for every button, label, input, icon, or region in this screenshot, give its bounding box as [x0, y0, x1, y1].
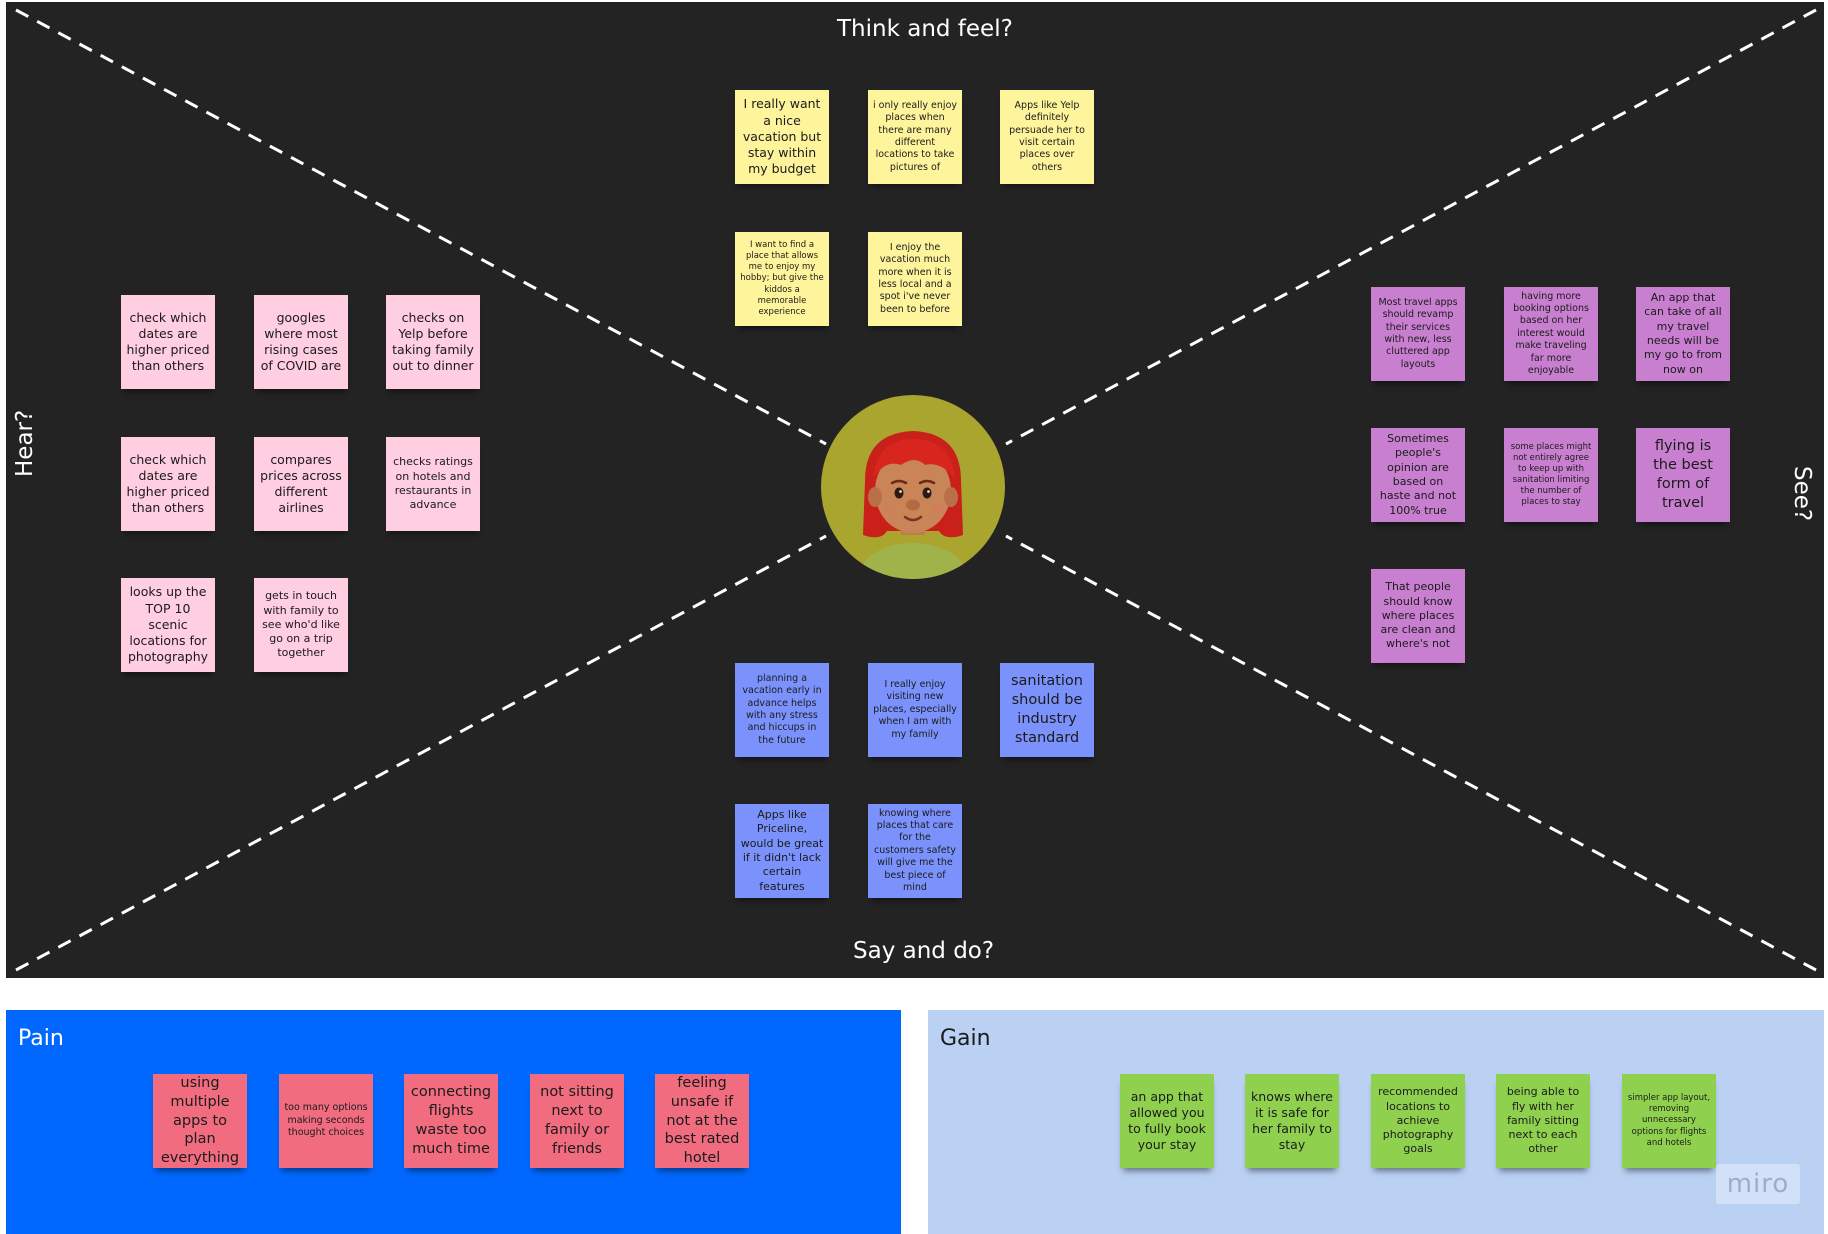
pain-title: Pain [18, 1026, 64, 1051]
sticky-note-pain[interactable]: not sitting next to family or friends [530, 1074, 624, 1168]
sticky-note-see[interactable]: flying is the best form of travel [1636, 428, 1730, 522]
sticky-note-gain[interactable]: being able to fly with her family sittin… [1496, 1074, 1590, 1168]
gain-panel: Gain an app that allowed you to fully bo… [928, 1010, 1824, 1234]
sticky-note-say-do[interactable]: sanitation should be industry standard [1000, 663, 1094, 757]
sticky-note-hear[interactable]: checks on Yelp before taking family out … [386, 295, 480, 389]
sticky-note-see[interactable]: An app that can take of all my travel ne… [1636, 287, 1730, 381]
red-haired-person-avatar-icon [859, 431, 967, 579]
sticky-note-think-feel[interactable]: I want to find a place that allows me to… [735, 232, 829, 326]
persona-avatar[interactable] [821, 395, 1005, 579]
sticky-note-hear[interactable]: gets in touch with family to see who'd l… [254, 578, 348, 672]
sticky-note-say-do[interactable]: Apps like Priceline, would be great if i… [735, 804, 829, 898]
sticky-note-think-feel[interactable]: I enjoy the vacation much more when it i… [868, 232, 962, 326]
sticky-note-see[interactable]: Sometimes people's opinion are based on … [1371, 428, 1465, 522]
sticky-note-say-do[interactable]: knowing where places that care for the c… [868, 804, 962, 898]
sticky-note-think-feel[interactable]: i only really enjoy places when there ar… [868, 90, 962, 184]
sticky-note-say-do[interactable]: I really enjoy visiting new places, espe… [868, 663, 962, 757]
sticky-note-see[interactable]: That people should know where places are… [1371, 569, 1465, 663]
label-think-and-feel: Think and feel? [837, 16, 1013, 42]
sticky-note-see[interactable]: Most travel apps should revamp their ser… [1371, 287, 1465, 381]
sticky-note-say-do[interactable]: planning a vacation early in advance hel… [735, 663, 829, 757]
sticky-note-gain[interactable]: recommended locations to achieve photogr… [1371, 1074, 1465, 1168]
sticky-note-hear[interactable]: compares prices across different airline… [254, 437, 348, 531]
sticky-note-hear[interactable]: check which dates are higher priced than… [121, 437, 215, 531]
label-see: See? [1789, 466, 1815, 522]
sticky-note-think-feel[interactable]: I really want a nice vacation but stay w… [735, 90, 829, 184]
sticky-note-pain[interactable]: too many options making seconds thought … [279, 1074, 373, 1168]
sticky-note-hear[interactable]: googles where most rising cases of COVID… [254, 295, 348, 389]
sticky-note-hear[interactable]: check which dates are higher priced than… [121, 295, 215, 389]
sticky-note-see[interactable]: having more booking options based on her… [1504, 287, 1598, 381]
sticky-note-pain[interactable]: using multiple apps to plan everything [153, 1074, 247, 1168]
sticky-note-think-feel[interactable]: Apps like Yelp definitely persuade her t… [1000, 90, 1094, 184]
sticky-note-pain[interactable]: connecting flights waste too much time [404, 1074, 498, 1168]
sticky-note-pain[interactable]: feeling unsafe if not at the best rated … [655, 1074, 749, 1168]
sticky-note-gain[interactable]: simpler app layout, removing unnecessary… [1622, 1074, 1716, 1168]
empathy-map-board: Think and feel? Say and do? Hear? See? I… [6, 2, 1824, 978]
sticky-note-gain[interactable]: an app that allowed you to fully book yo… [1120, 1074, 1214, 1168]
label-say-and-do: Say and do? [853, 938, 995, 964]
sticky-note-hear[interactable]: checks ratings on hotels and restaurants… [386, 437, 480, 531]
label-hear: Hear? [12, 409, 38, 477]
sticky-note-see[interactable]: some places might not entirely agree to … [1504, 428, 1598, 522]
sticky-note-gain[interactable]: knows where it is safe for her family to… [1245, 1074, 1339, 1168]
pain-panel: Pain using multiple apps to plan everyth… [6, 1010, 901, 1234]
miro-logo: miro [1716, 1164, 1800, 1204]
gain-title: Gain [940, 1026, 991, 1051]
sticky-note-hear[interactable]: looks up the TOP 10 scenic locations for… [121, 578, 215, 672]
